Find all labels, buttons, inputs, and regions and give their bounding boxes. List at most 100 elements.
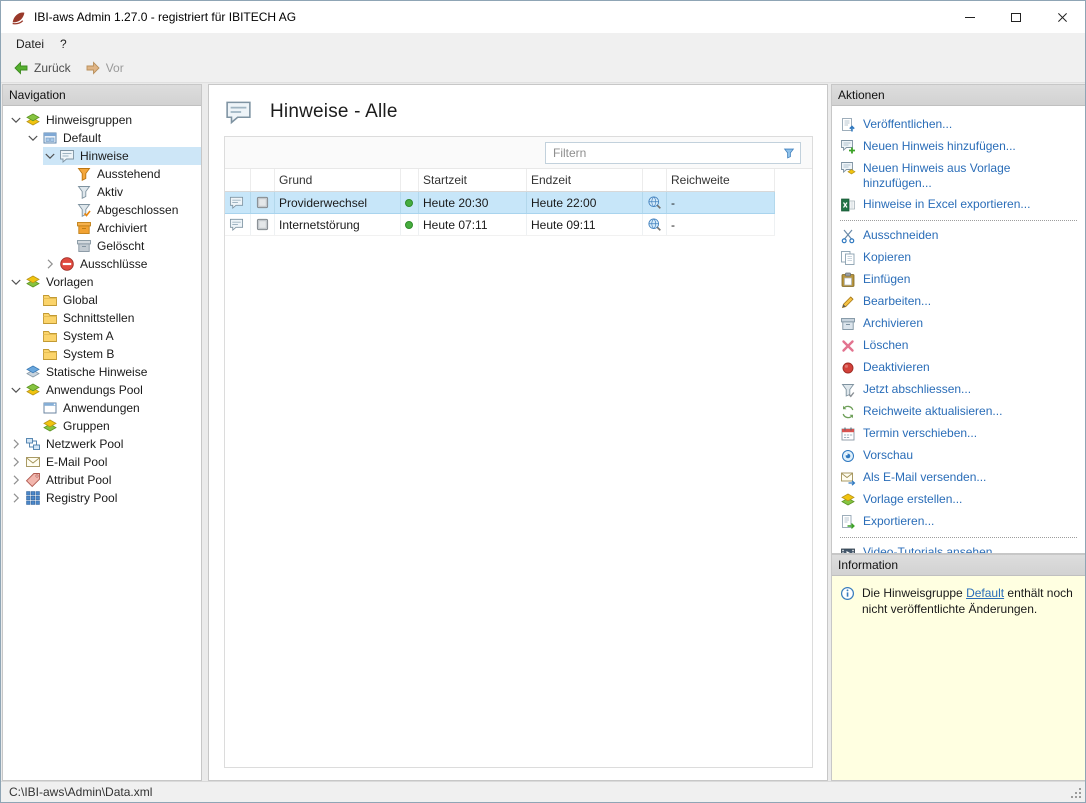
tree-item-attribut-pool[interactable]: Attribut Pool [3, 471, 201, 489]
action-ver-ffentlichen[interactable]: Veröffentlichen... [840, 114, 1077, 136]
action-deaktivieren[interactable]: Deaktivieren [840, 357, 1077, 379]
tree-item-content: Hinweisgruppen [9, 111, 201, 129]
status-path: C:\IBI-aws\Admin\Data.xml [9, 785, 153, 799]
actions-separator [840, 537, 1077, 538]
action-label: Vorschau [863, 448, 914, 462]
action-vorlage-erstellen[interactable]: Vorlage erstellen... [840, 489, 1077, 511]
chevron-down-icon[interactable] [9, 383, 23, 397]
tree-item-label: Abgeschlossen [97, 203, 179, 217]
back-button[interactable]: Zurück [6, 57, 78, 79]
chevron-down-icon[interactable] [9, 275, 23, 289]
column-grund[interactable]: Grund [275, 169, 401, 191]
close-icon [1057, 12, 1068, 23]
tree-item-hinweisgruppen[interactable]: Hinweisgruppen [3, 111, 201, 129]
default-group-link[interactable]: Default [966, 586, 1004, 600]
action-label: Löschen [863, 338, 909, 352]
chevron-right-icon[interactable] [9, 455, 23, 469]
tree-item-abgeschlossen[interactable]: Abgeschlossen [3, 201, 201, 219]
info-icon [840, 586, 855, 601]
tree-item-gruppen[interactable]: Gruppen [3, 417, 201, 435]
filter-funnel-icon[interactable] [782, 146, 796, 160]
table-row-internetst-rung[interactable]: Internetstörung Heute 07:11 Heute 09:11 - [225, 214, 775, 236]
chevron-right-icon[interactable] [9, 473, 23, 487]
action-archivieren[interactable]: Archivieren [840, 313, 1077, 335]
tree-item-e-mail-pool[interactable]: E-Mail Pool [3, 453, 201, 471]
column-display-icon[interactable] [251, 169, 275, 191]
tree-item-aktiv[interactable]: Aktiv [3, 183, 201, 201]
tree-item-gel-scht[interactable]: Gelöscht [3, 237, 201, 255]
action-label: Bearbeiten... [863, 294, 932, 308]
chevron-down-icon[interactable] [43, 149, 57, 163]
navigation-tree: Hinweisgruppen Default Hinweise Ausstehend A… [3, 106, 201, 507]
tree-item-system-a[interactable]: System A [3, 327, 201, 345]
export-arrow-icon [840, 514, 856, 530]
action-label: Video-Tutorials ansehen... [863, 545, 1003, 553]
note-bubble-icon [59, 148, 75, 164]
tree-item-archiviert[interactable]: Archiviert [3, 219, 201, 237]
action-als-e-mail-versenden[interactable]: Als E-Mail versenden... [840, 467, 1077, 489]
layers-green-icon [25, 112, 41, 128]
action-vorschau[interactable]: Vorschau [840, 445, 1077, 467]
chevron-right-icon[interactable] [9, 491, 23, 505]
maximize-button[interactable] [993, 1, 1039, 33]
action-exportieren[interactable]: Exportieren... [840, 511, 1077, 533]
filter-done-icon [76, 202, 92, 218]
tree-item-global[interactable]: Global [3, 291, 201, 309]
column-scope-icon[interactable] [643, 169, 667, 191]
column-endzeit[interactable]: Endzeit [527, 169, 643, 191]
chevron-down-icon[interactable] [26, 131, 40, 145]
action-video-tutorials-ansehen[interactable]: Video-Tutorials ansehen... [840, 542, 1077, 553]
action-neuen-hinweis-aus-vorlage-hinzuf-gen[interactable]: Neuen Hinweis aus Vorlage hinzufügen... [840, 158, 1077, 194]
layers-yellow-icon [25, 274, 41, 290]
notes-list: Grund Startzeit Endzeit Reichweite Provi… [224, 136, 813, 768]
resize-grip-icon[interactable] [1070, 787, 1083, 800]
menu-item-datei[interactable]: Datei [8, 33, 52, 54]
action-jetzt-abschliessen[interactable]: Jetzt abschliessen... [840, 379, 1077, 401]
tree-item-label: Archiviert [97, 221, 148, 235]
close-button[interactable] [1039, 1, 1085, 33]
tree-item-hinweise[interactable]: Hinweise [3, 147, 201, 165]
tree-item-content: System B [26, 345, 201, 363]
tree-item-anwendungen[interactable]: Anwendungen [3, 399, 201, 417]
tree-item-system-b[interactable]: System B [3, 345, 201, 363]
action-neuen-hinweis-hinzuf-gen[interactable]: Neuen Hinweis hinzufügen... [840, 136, 1077, 158]
column-status[interactable] [401, 169, 419, 191]
minimize-button[interactable] [947, 1, 993, 33]
action-l-schen[interactable]: Löschen [840, 335, 1077, 357]
action-termin-verschieben[interactable]: Termin verschieben... [840, 423, 1077, 445]
menu-item-[interactable]: ? [52, 33, 75, 54]
chevron-right-icon[interactable] [43, 257, 57, 271]
tree-item-anwendungs-pool[interactable]: Anwendungs Pool [3, 381, 201, 399]
actions-list: Veröffentlichen... Neuen Hinweis hinzufüg… [832, 106, 1085, 553]
action-label: Kopieren [863, 250, 912, 264]
tree-item-vorlagen[interactable]: Vorlagen [3, 273, 201, 291]
forward-button[interactable]: Vor [78, 57, 131, 79]
tree-item-default[interactable]: Default [3, 129, 201, 147]
tree-item-statische-hinweise[interactable]: Statische Hinweise [3, 363, 201, 381]
action-einf-gen[interactable]: Einfügen [840, 269, 1077, 291]
action-ausschneiden[interactable]: Ausschneiden [840, 225, 1077, 247]
chevron-right-icon[interactable] [9, 437, 23, 451]
action-hinweise-in-excel-exportieren[interactable]: Hinweise in Excel exportieren... [840, 194, 1077, 216]
action-reichweite-aktualisieren[interactable]: Reichweite aktualisieren... [840, 401, 1077, 423]
chevron-down-icon[interactable] [9, 113, 23, 127]
column-note-icon[interactable] [225, 169, 251, 191]
table-row-providerwechsel[interactable]: Providerwechsel Heute 20:30 Heute 22:00 - [225, 192, 775, 214]
column-reichweite[interactable]: Reichweite [667, 169, 775, 191]
tree-item-schnittstellen[interactable]: Schnittstellen [3, 309, 201, 327]
tree-item-netzwerk-pool[interactable]: Netzwerk Pool [3, 435, 201, 453]
tree-item-registry-pool[interactable]: Registry Pool [3, 489, 201, 507]
action-label: Deaktivieren [863, 360, 930, 374]
column-startzeit[interactable]: Startzeit [419, 169, 527, 191]
filter-input[interactable] [546, 143, 800, 163]
action-bearbeiten[interactable]: Bearbeiten... [840, 291, 1077, 313]
tree-item-ausschl-sse[interactable]: Ausschlüsse [3, 255, 201, 273]
tree-item-label: Netzwerk Pool [46, 437, 124, 451]
action-kopieren[interactable]: Kopieren [840, 247, 1077, 269]
tree-item-ausstehend[interactable]: Ausstehend [3, 165, 201, 183]
